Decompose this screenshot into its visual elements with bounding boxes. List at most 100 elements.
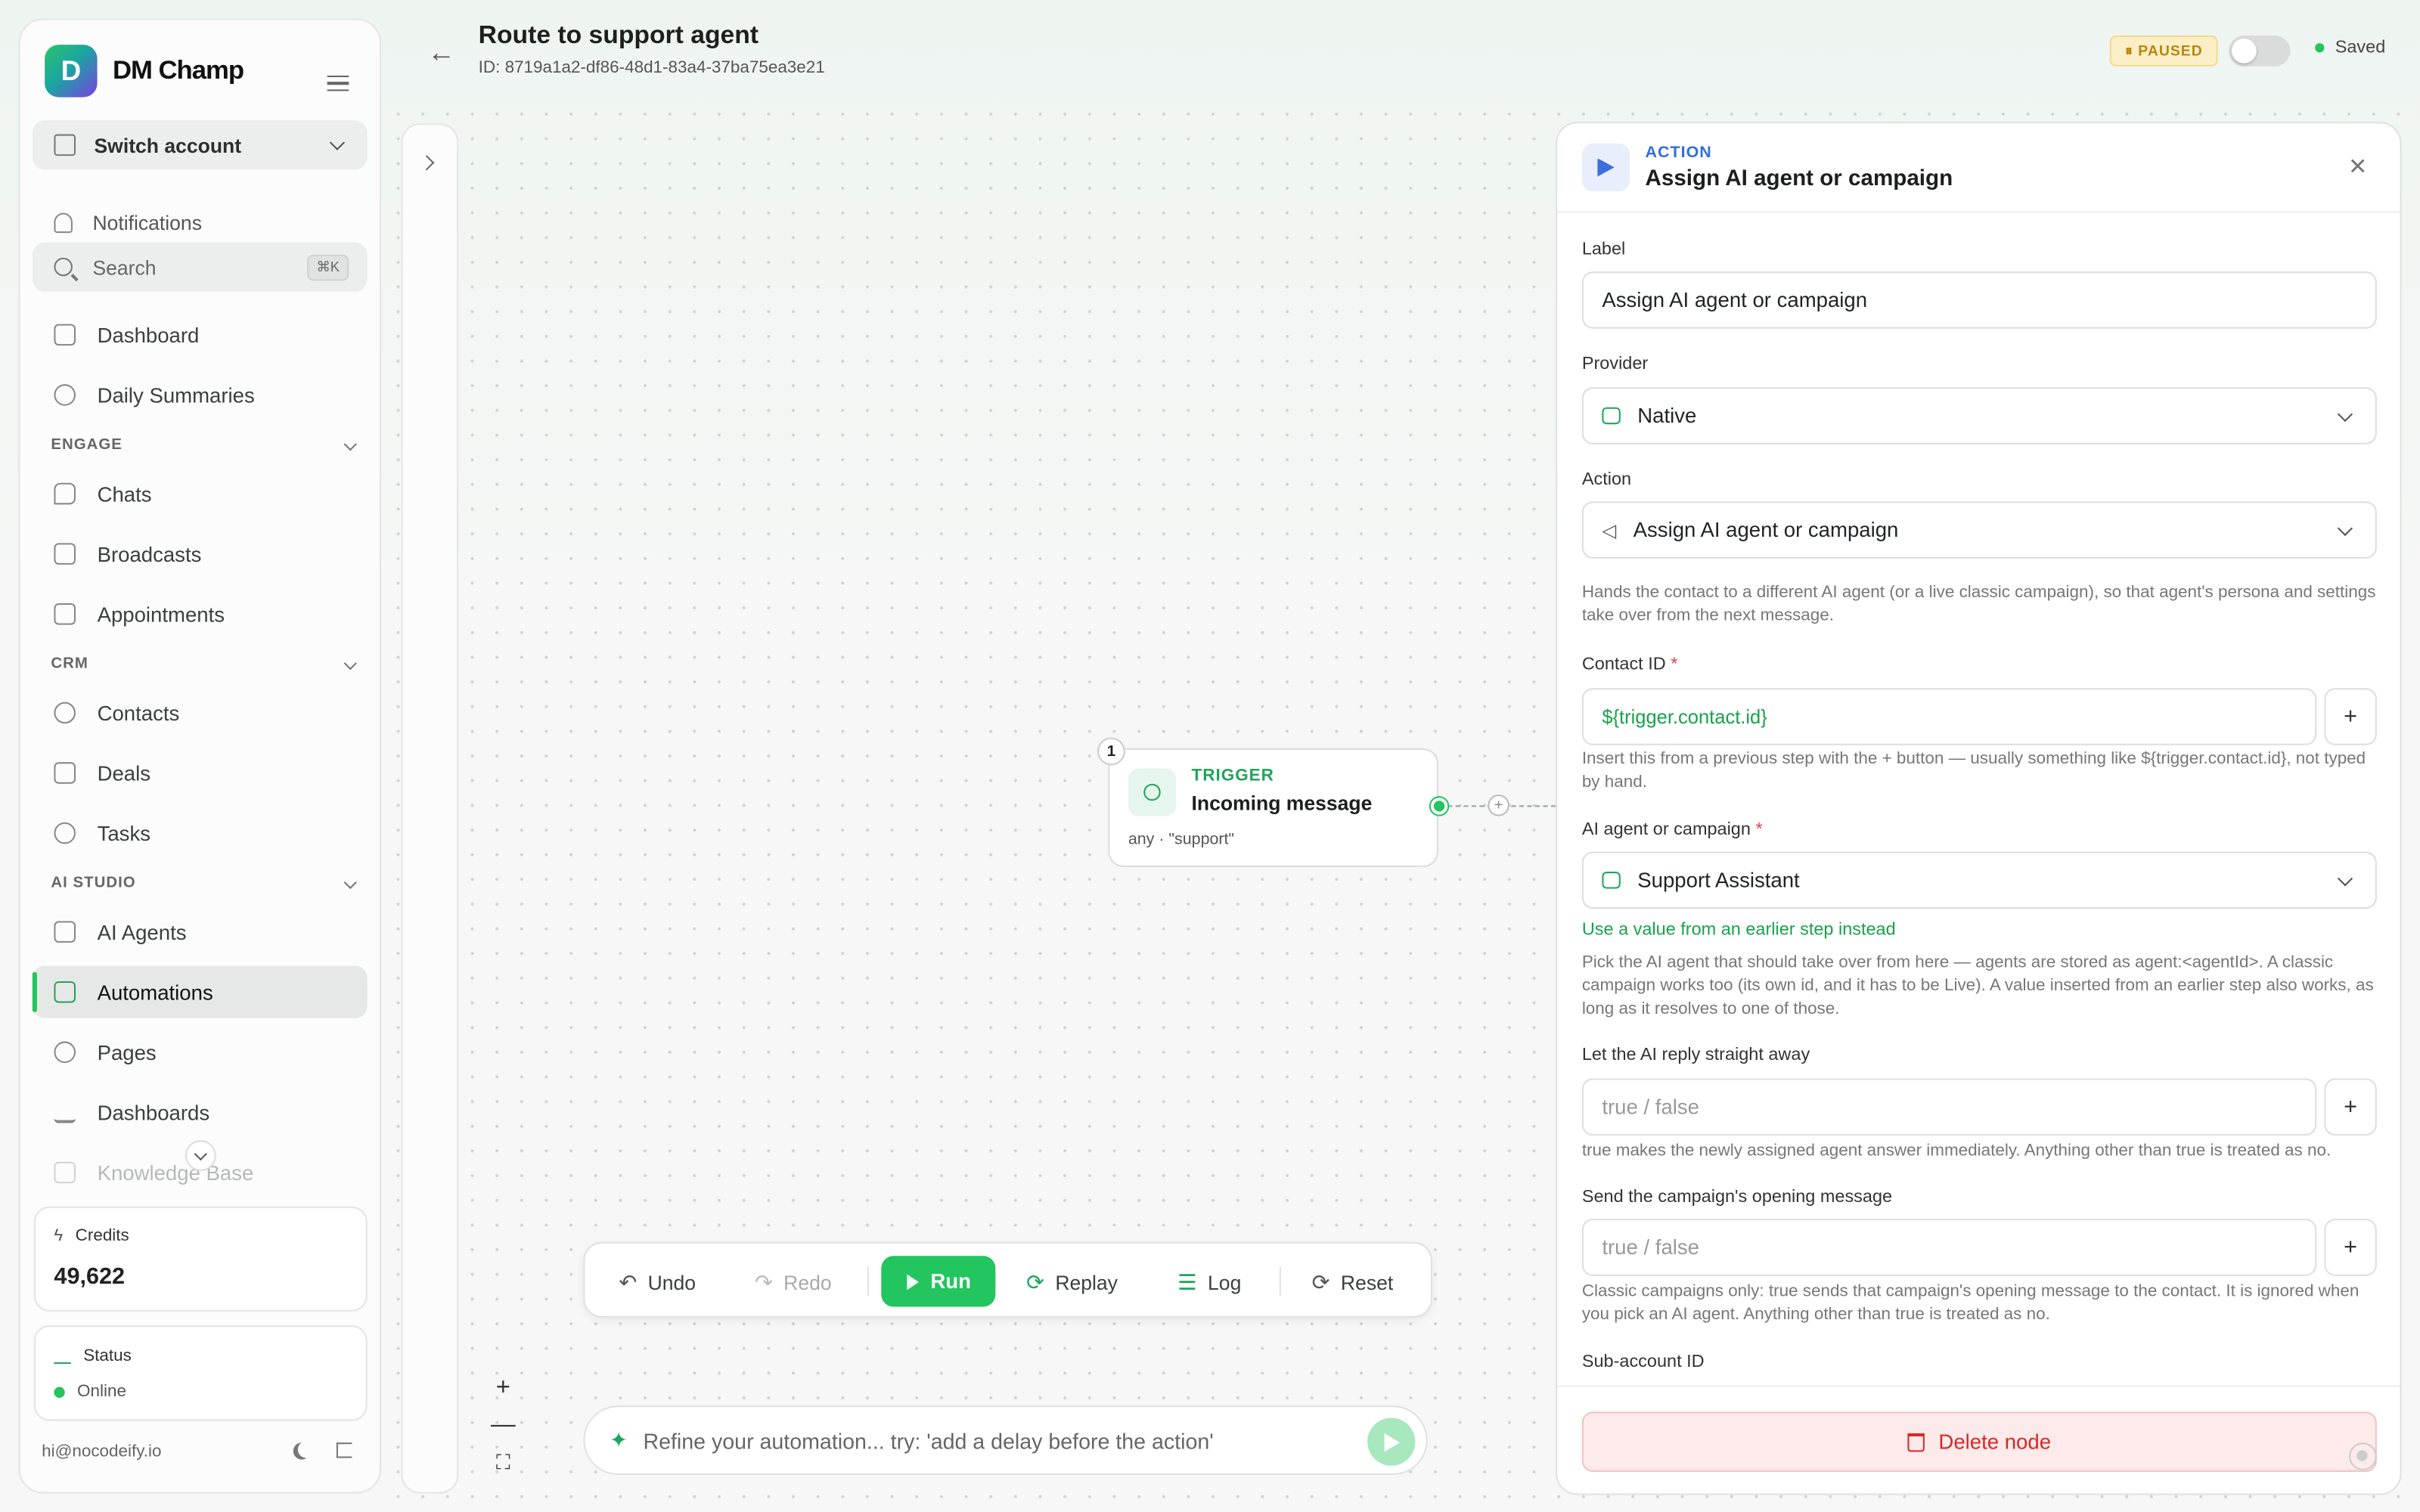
toolbar-divider (867, 1266, 869, 1297)
log-button[interactable]: ☰ Log (1177, 1262, 1241, 1302)
notifications-label: Notifications (92, 211, 202, 235)
moon-icon[interactable] (298, 1441, 315, 1458)
brand-name: DM Champ (112, 55, 244, 85)
sidebar-item-automations[interactable]: Automations (32, 965, 368, 1018)
book-icon (54, 1161, 76, 1184)
sidebar-item-dashboard[interactable]: Dashboard (33, 308, 368, 361)
sparkle-icon: ✦ (610, 1427, 628, 1452)
section-engage[interactable]: ENGAGE (51, 437, 123, 454)
log-label: Log (1208, 1270, 1242, 1294)
online-dot (54, 1386, 65, 1397)
sidebar-item-label: Deals (97, 761, 151, 785)
insert-variable-button[interactable]: + (2324, 688, 2377, 745)
sidebar-item-deals[interactable]: Deals (33, 747, 368, 799)
status-value: Online (77, 1382, 126, 1402)
reset-button[interactable]: ⟳ Reset (1312, 1262, 1394, 1302)
trigger-node[interactable]: 1 TRIGGER Incoming message any · "suppor… (1097, 737, 1439, 867)
insert-variable-button[interactable]: + (2324, 1078, 2377, 1136)
fit-view-button[interactable]: ⛶ (483, 1444, 523, 1481)
sidebar-item-label: Contacts (97, 701, 180, 725)
prompt-placeholder: Refine your automation... try: 'add a de… (643, 1427, 1214, 1453)
active-toggle[interactable] (2228, 35, 2291, 67)
provider-select[interactable]: Native (1581, 387, 2377, 445)
opening-placeholder: true / false (1602, 1235, 1699, 1259)
logo-icon: D (45, 45, 98, 98)
reset-icon: ⟳ (1311, 1269, 1330, 1294)
zoom-in-button[interactable]: + (483, 1370, 523, 1407)
action-select[interactable]: ◁ Assign AI agent or campaign (1581, 501, 2377, 559)
sidebar-item-daily-summaries[interactable]: Daily Summaries (33, 369, 368, 421)
insert-variable-button[interactable]: + (2324, 1219, 2377, 1276)
chevron-down-icon (2337, 520, 2353, 537)
logout-icon[interactable] (336, 1442, 352, 1458)
add-step-button[interactable]: + (1488, 795, 1509, 816)
search-input[interactable]: Search ⌘K (32, 242, 368, 292)
bell-icon (54, 212, 73, 234)
assistant-launcher-icon[interactable] (2349, 1442, 2377, 1470)
sparkles-icon (54, 384, 76, 406)
sidebar-item-label: Pages (97, 1040, 157, 1064)
sidebar-item-appointments[interactable]: Appointments (33, 588, 368, 640)
sidebar-item-pages[interactable]: Pages (33, 1026, 368, 1078)
opening-field-label: Send the campaign's opening message (1581, 1188, 1893, 1207)
hamburger-menu-icon[interactable] (327, 75, 349, 91)
panel-header: ACTION Assign AI agent or campaign ✕ (1557, 123, 2400, 213)
chevron-right-icon[interactable] (419, 155, 435, 171)
node-name: Incoming message (1191, 791, 1373, 815)
sidebar-item-label: Chats (97, 482, 152, 506)
collapsed-left-panel[interactable] (401, 123, 459, 1494)
zoom-out-button[interactable]: — (483, 1407, 523, 1444)
opening-input[interactable]: true / false (1581, 1219, 2317, 1276)
sidebar-item-label: Dashboards (97, 1101, 210, 1124)
agent-select[interactable]: Support Assistant (1581, 851, 2377, 909)
action-field-label: Action (1581, 470, 1632, 489)
ai-refine-input[interactable]: ✦ Refine your automation... try: 'add a … (583, 1405, 1428, 1476)
sidebar-item-label: Automations (97, 980, 213, 1004)
reply-input[interactable]: true / false (1581, 1078, 2317, 1136)
replay-button[interactable]: ⟳ Replay (1026, 1262, 1118, 1302)
signal-icon (54, 1349, 71, 1365)
node-settings-panel: ACTION Assign AI agent or campaign ✕ Lab… (1556, 122, 2402, 1495)
send-button[interactable] (1367, 1418, 1416, 1466)
sidebar-item-contacts[interactable]: Contacts (33, 686, 368, 739)
sidebar-item-broadcasts[interactable]: Broadcasts (33, 528, 368, 580)
replay-label: Replay (1055, 1270, 1118, 1294)
sidebar-item-dashboards[interactable]: Dashboards (33, 1086, 368, 1139)
scroll-down-button[interactable] (185, 1140, 216, 1171)
label-input[interactable]: Assign AI agent or campaign (1581, 271, 2377, 329)
back-arrow-icon[interactable]: ← (427, 37, 455, 70)
list-icon: ☰ (1177, 1269, 1197, 1294)
close-icon[interactable]: ✕ (2348, 153, 2368, 181)
sidebar-item-chats[interactable]: Chats (33, 467, 368, 519)
brand-row[interactable]: D DM Champ (45, 45, 244, 98)
opening-help-text: Classic campaigns only: true sends that … (1581, 1281, 2360, 1325)
chevron-down-icon (329, 135, 346, 150)
status-card: Status Online (33, 1325, 368, 1421)
toolbar-divider (1279, 1266, 1281, 1297)
sidebar-item-tasks[interactable]: Tasks (33, 807, 368, 859)
robot-icon (1602, 872, 1621, 889)
bar-chart-icon (54, 1101, 76, 1123)
save-status: Saved (2315, 39, 2385, 57)
redo-button[interactable]: ↷ Redo (755, 1262, 832, 1302)
run-button[interactable]: Run (881, 1256, 996, 1307)
sidebar-item-label: Dashboard (97, 323, 200, 347)
chevron-down-icon[interactable] (343, 438, 357, 451)
chevron-down-icon[interactable] (343, 656, 357, 671)
undo-button[interactable]: ↶ Undo (619, 1262, 696, 1302)
switch-account-button[interactable]: Switch account (32, 120, 368, 170)
section-ai-studio[interactable]: AI STUDIO (51, 875, 135, 891)
notifications-link[interactable]: Notifications (54, 211, 202, 235)
use-earlier-value-link[interactable]: Use a value from an earlier step instead (1582, 921, 1896, 939)
chevron-down-icon (2337, 406, 2353, 423)
switch-account-label: Switch account (94, 133, 242, 157)
chevron-down-icon[interactable] (343, 875, 357, 889)
contact-id-input[interactable]: ${trigger.contact.id} (1581, 688, 2317, 745)
subaccount-field-label: Sub-account ID (1581, 1352, 1705, 1372)
section-crm[interactable]: CRM (51, 655, 88, 672)
label-field-label: Label (1581, 240, 1626, 259)
sidebar-item-ai-agents[interactable]: AI Agents (33, 906, 368, 958)
output-port[interactable] (1430, 798, 1448, 815)
check-circle-icon (54, 822, 76, 844)
delete-node-button[interactable]: Delete node (1581, 1411, 2377, 1472)
